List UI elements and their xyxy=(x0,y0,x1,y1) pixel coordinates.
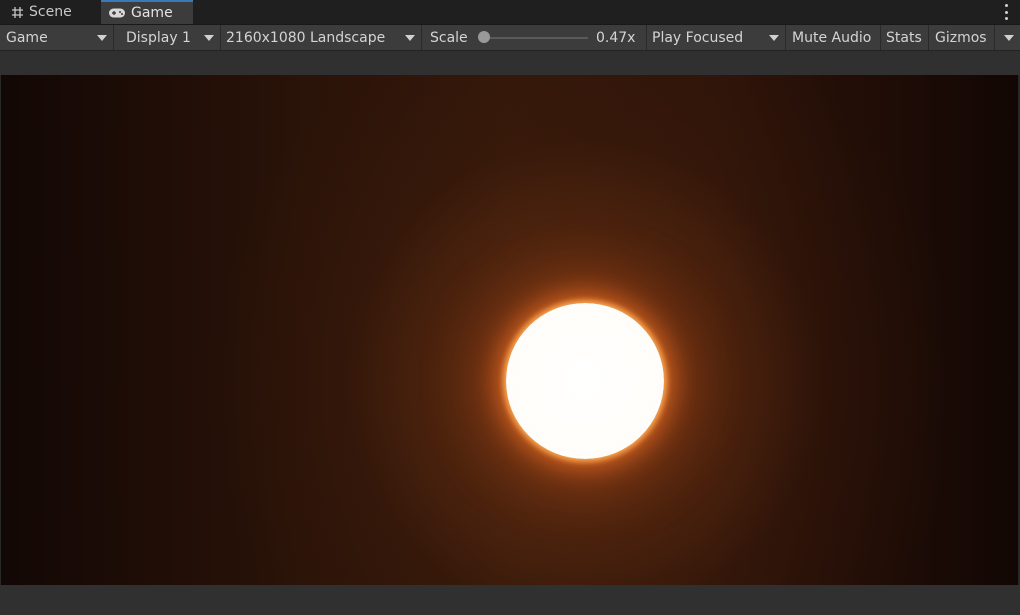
game-view-type-dropdown[interactable]: Game xyxy=(0,25,114,50)
gamepad-icon xyxy=(108,7,126,19)
triangle-down-icon xyxy=(769,35,779,41)
letterbox-bottom xyxy=(0,585,1020,615)
triangle-down-icon xyxy=(405,35,415,41)
display-value: Display 1 xyxy=(126,29,191,46)
tab-scene[interactable]: Scene xyxy=(0,0,100,24)
resolution-value: 2160x1080 Landscape xyxy=(226,29,386,46)
sun xyxy=(506,303,664,459)
scale-slider-thumb[interactable] xyxy=(478,31,490,43)
scale-slider-track[interactable] xyxy=(483,37,588,39)
play-mode-dropdown[interactable]: Play Focused xyxy=(648,25,786,50)
gizmos-button[interactable]: Gizmos xyxy=(930,25,994,50)
tab-game-label: Game xyxy=(131,5,173,21)
scale-control: Scale 0.47x xyxy=(423,25,647,50)
game-view-toolbar: Game Display 1 2160x1080 Landscape Scale… xyxy=(0,25,1020,51)
tab-scene-label: Scene xyxy=(29,4,72,20)
grid-hash-icon xyxy=(11,6,24,19)
mute-audio-button[interactable]: Mute Audio xyxy=(787,25,881,50)
game-view-type-value: Game xyxy=(6,29,48,46)
display-dropdown[interactable]: Display 1 xyxy=(115,25,221,50)
sun-glow xyxy=(1,75,1018,585)
window-tab-bar: Scene Game xyxy=(0,0,1020,25)
tab-game[interactable]: Game xyxy=(101,0,193,24)
letterbox-top xyxy=(0,51,1020,75)
gizmos-dropdown[interactable] xyxy=(994,25,1020,50)
triangle-down-icon xyxy=(97,35,107,41)
scale-value: 0.47x xyxy=(596,29,636,46)
scale-label: Scale xyxy=(430,29,468,46)
play-mode-value: Play Focused xyxy=(652,29,744,46)
stats-button[interactable]: Stats xyxy=(882,25,929,50)
kebab-menu-icon[interactable] xyxy=(1004,4,1008,20)
triangle-down-icon xyxy=(1004,35,1014,41)
resolution-dropdown[interactable]: 2160x1080 Landscape xyxy=(222,25,422,50)
triangle-down-icon xyxy=(204,35,214,41)
game-viewport[interactable] xyxy=(1,75,1018,585)
